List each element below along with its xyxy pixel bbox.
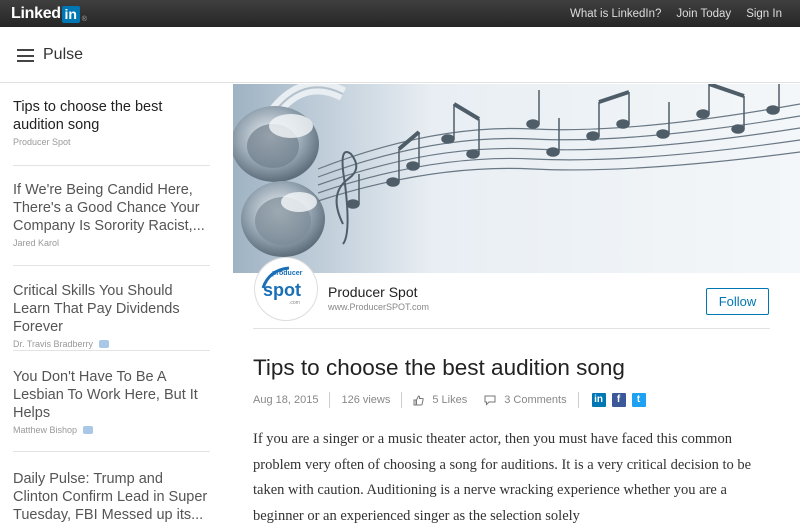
- sidebar-article-title: Tips to choose the best audition song: [13, 99, 163, 133]
- article-views: 126 views: [341, 394, 391, 406]
- sidebar-article-title: If We're Being Candid Here, There's a Go…: [13, 182, 205, 234]
- sidebar-divider: [13, 265, 210, 266]
- twitter-share-icon[interactable]: t: [631, 393, 646, 407]
- join-today-link[interactable]: Join Today: [676, 8, 731, 20]
- follow-button[interactable]: Follow: [706, 288, 769, 315]
- author-url: www.ProducerSPOT.com: [328, 302, 430, 312]
- linkedin-logo[interactable]: Linked in ®: [11, 5, 87, 23]
- hamburger-menu-icon[interactable]: [17, 49, 34, 62]
- what-is-linkedin-link[interactable]: What is LinkedIn?: [570, 8, 661, 20]
- logo-text: Linked: [11, 5, 61, 22]
- headphones-music-notes-image: [233, 84, 800, 273]
- pulse-header: Pulse: [0, 27, 800, 83]
- sidebar-divider: [13, 350, 210, 351]
- author-name: Matthew Bishop: [13, 425, 78, 435]
- facebook-share-icon[interactable]: f: [611, 393, 626, 407]
- sidebar-article-2[interactable]: If We're Being Candid Here, There's a Go…: [13, 181, 210, 248]
- meta-separator: [401, 392, 403, 408]
- thumbs-up-icon: [413, 394, 425, 405]
- author-name[interactable]: Producer Spot: [328, 284, 418, 300]
- producer-spot-logo[interactable]: producer spot .com: [255, 258, 317, 320]
- sidebar-article-title: Daily Pulse: Trump and Clinton Confirm L…: [13, 471, 208, 523]
- meta-spacer: [475, 392, 476, 408]
- likes-button[interactable]: 5 Likes: [413, 394, 467, 406]
- sidebar: Tips to choose the best audition song Pr…: [0, 84, 232, 525]
- sidebar-article-title: Critical Skills You Should Learn That Pa…: [13, 283, 180, 335]
- comment-bubble-icon: [83, 426, 94, 434]
- registered-mark: ®: [81, 16, 87, 23]
- share-buttons: in f t: [591, 393, 652, 407]
- comment-bubble-icon: [99, 340, 110, 348]
- sidebar-article-3[interactable]: Critical Skills You Should Learn That Pa…: [13, 282, 210, 349]
- linkedin-share-icon[interactable]: in: [591, 393, 606, 407]
- article-date: Aug 18, 2015: [253, 394, 319, 406]
- sign-in-link[interactable]: Sign In: [746, 8, 782, 20]
- article-meta: Aug 18, 2015 126 views 5 Likes 3 Comment…: [253, 392, 652, 408]
- sidebar-article-1[interactable]: Tips to choose the best audition song Pr…: [13, 98, 210, 147]
- author-name: Producer Spot: [13, 137, 71, 147]
- sidebar-article-author: Matthew Bishop: [13, 425, 210, 435]
- comment-icon: [484, 395, 496, 406]
- comments-count: 3 Comments: [504, 394, 567, 406]
- svg-text:.com: .com: [289, 300, 300, 306]
- top-bar: Linked in ® What is LinkedIn? Join Today…: [0, 0, 800, 27]
- sidebar-divider: [13, 451, 210, 452]
- sidebar-article-4[interactable]: You Don't Have To Be A Lesbian To Work H…: [13, 368, 210, 435]
- top-nav: What is LinkedIn? Join Today Sign In: [555, 0, 782, 27]
- pulse-title: Pulse: [43, 46, 84, 63]
- sidebar-article-5[interactable]: Daily Pulse: Trump and Clinton Confirm L…: [13, 470, 210, 524]
- likes-count: 5 Likes: [432, 394, 468, 406]
- author-name: Dr. Travis Bradberry: [13, 339, 94, 349]
- svg-text:spot: spot: [263, 280, 301, 300]
- sidebar-divider: [13, 165, 210, 166]
- article-hero-image: [233, 84, 800, 273]
- comments-button[interactable]: 3 Comments: [484, 394, 567, 406]
- article-title: Tips to choose the best audition song: [253, 355, 625, 380]
- logo-in-badge: in: [61, 5, 80, 23]
- author-name: Jared Karol: [13, 238, 60, 248]
- meta-separator: [329, 392, 331, 408]
- sidebar-article-author: Jared Karol: [13, 238, 210, 248]
- svg-text:producer: producer: [272, 270, 303, 277]
- meta-separator: [577, 392, 579, 408]
- sidebar-article-author: Producer Spot: [13, 137, 210, 147]
- sidebar-article-author: Dr. Travis Bradberry: [13, 339, 210, 349]
- producer-spot-logo-graphic: producer spot .com: [261, 266, 303, 306]
- article-body: If you are a singer or a music theater a…: [253, 431, 752, 524]
- sidebar-article-title: You Don't Have To Be A Lesbian To Work H…: [13, 369, 198, 421]
- author-divider: [253, 328, 770, 329]
